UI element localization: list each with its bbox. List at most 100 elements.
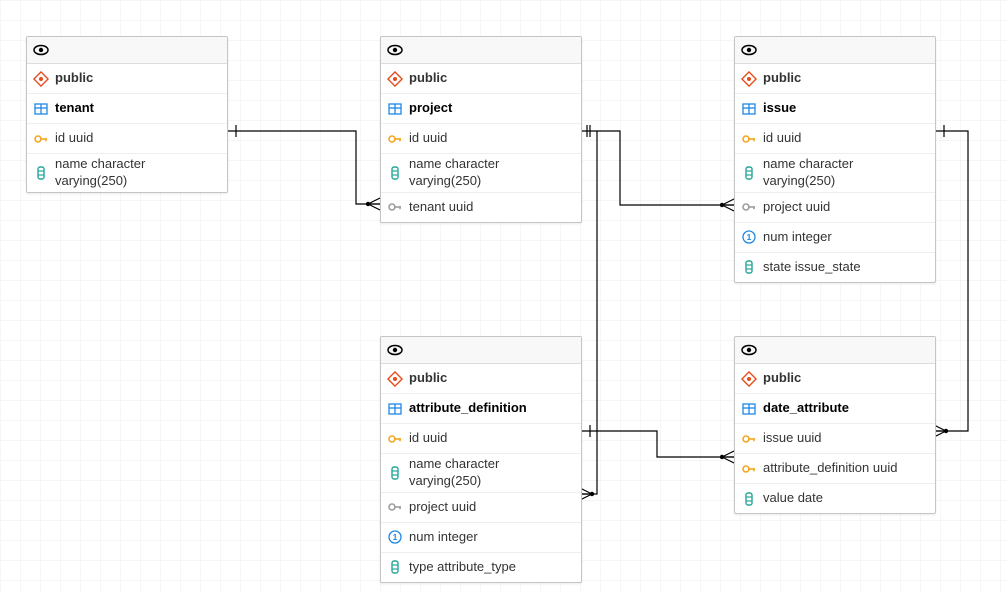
table-icon bbox=[33, 101, 49, 117]
column-icon bbox=[741, 491, 757, 507]
column-label: id uuid bbox=[55, 130, 220, 147]
column-label: project uuid bbox=[763, 199, 928, 216]
entity-header[interactable] bbox=[735, 37, 935, 64]
eye-icon bbox=[741, 342, 757, 358]
column-icon bbox=[33, 165, 49, 181]
schema-icon bbox=[33, 71, 49, 87]
column-label: name character varying(250) bbox=[409, 456, 574, 490]
column-row[interactable]: id uuid bbox=[381, 424, 581, 454]
schema-row: public bbox=[381, 364, 581, 394]
column-label: num integer bbox=[763, 229, 928, 246]
schema-label: public bbox=[763, 370, 928, 387]
primary-key-icon bbox=[741, 131, 757, 147]
column-row[interactable]: attribute_definition uuid bbox=[735, 454, 935, 484]
column-row[interactable]: name character varying(250) bbox=[27, 154, 227, 192]
primary-key-icon bbox=[33, 131, 49, 147]
entity-tenant[interactable]: public tenant id uuid name character varyin… bbox=[26, 36, 228, 193]
column-icon bbox=[741, 259, 757, 275]
schema-icon bbox=[387, 371, 403, 387]
column-label: name character varying(250) bbox=[409, 156, 574, 190]
schema-row: public bbox=[381, 64, 581, 94]
entity-header[interactable] bbox=[735, 337, 935, 364]
schema-label: public bbox=[55, 70, 220, 87]
column-row[interactable]: id uuid bbox=[735, 124, 935, 154]
column-label: id uuid bbox=[409, 130, 574, 147]
foreign-key-icon bbox=[741, 199, 757, 215]
table-icon bbox=[387, 401, 403, 417]
entity-date_attribute[interactable]: public date_attributeissue uuid attribute_… bbox=[734, 336, 936, 514]
eye-icon bbox=[387, 342, 403, 358]
column-label: value date bbox=[763, 490, 928, 507]
entity-attribute_definition[interactable]: public attribute_definitionid uuid name ch… bbox=[380, 336, 582, 583]
primary-key-icon bbox=[387, 431, 403, 447]
column-row[interactable]: id uuid bbox=[381, 124, 581, 154]
column-row[interactable]: project uuid bbox=[735, 193, 935, 223]
schema-row: public bbox=[735, 364, 935, 394]
schema-icon bbox=[387, 71, 403, 87]
column-row[interactable]: project uuid bbox=[381, 493, 581, 523]
primary-key-icon bbox=[741, 461, 757, 477]
column-label: project uuid bbox=[409, 499, 574, 516]
column-row[interactable]: value date bbox=[735, 484, 935, 513]
table-icon bbox=[741, 101, 757, 117]
table-name-row: project bbox=[381, 94, 581, 124]
table-name-row: date_attribute bbox=[735, 394, 935, 424]
table-icon bbox=[387, 101, 403, 117]
column-row[interactable]: name character varying(250) bbox=[381, 154, 581, 193]
column-row[interactable]: issue uuid bbox=[735, 424, 935, 454]
table-name-label: issue bbox=[763, 100, 928, 117]
entity-project[interactable]: public project id uuid name character varyi… bbox=[380, 36, 582, 223]
eye-icon bbox=[33, 42, 49, 58]
schema-row: public bbox=[735, 64, 935, 94]
foreign-key-icon bbox=[387, 499, 403, 515]
table-name-label: attribute_definition bbox=[409, 400, 574, 417]
entity-header[interactable] bbox=[381, 337, 581, 364]
number-icon bbox=[387, 529, 403, 545]
entity-issue[interactable]: public issue id uuid name character varying… bbox=[734, 36, 936, 283]
column-row[interactable]: num integer bbox=[735, 223, 935, 253]
column-label: name character varying(250) bbox=[763, 156, 928, 190]
table-icon bbox=[741, 401, 757, 417]
column-row[interactable]: name character varying(250) bbox=[381, 454, 581, 493]
entity-header[interactable] bbox=[381, 37, 581, 64]
column-row[interactable]: tenant uuid bbox=[381, 193, 581, 222]
column-label: tenant uuid bbox=[409, 199, 574, 216]
column-label: state issue_state bbox=[763, 259, 928, 276]
table-name-label: project bbox=[409, 100, 574, 117]
schema-label: public bbox=[409, 70, 574, 87]
column-label: id uuid bbox=[409, 430, 574, 447]
table-name-label: tenant bbox=[55, 100, 220, 117]
column-row[interactable]: state issue_state bbox=[735, 253, 935, 282]
column-icon bbox=[741, 165, 757, 181]
column-label: type attribute_type bbox=[409, 559, 574, 576]
column-icon bbox=[387, 465, 403, 481]
number-icon bbox=[741, 229, 757, 245]
table-name-label: date_attribute bbox=[763, 400, 928, 417]
column-label: num integer bbox=[409, 529, 574, 546]
eye-icon bbox=[387, 42, 403, 58]
schema-label: public bbox=[763, 70, 928, 87]
table-name-row: issue bbox=[735, 94, 935, 124]
column-row[interactable]: id uuid bbox=[27, 124, 227, 154]
primary-key-icon bbox=[741, 431, 757, 447]
eye-icon bbox=[741, 42, 757, 58]
column-icon bbox=[387, 559, 403, 575]
column-label: id uuid bbox=[763, 130, 928, 147]
schema-row: public bbox=[27, 64, 227, 94]
entity-header[interactable] bbox=[27, 37, 227, 64]
table-name-row: attribute_definition bbox=[381, 394, 581, 424]
column-row[interactable]: type attribute_type bbox=[381, 553, 581, 582]
diagram-canvas[interactable]: public tenant id uuid name character varyin… bbox=[0, 0, 1007, 593]
schema-icon bbox=[741, 71, 757, 87]
table-name-row: tenant bbox=[27, 94, 227, 124]
column-label: attribute_definition uuid bbox=[763, 460, 928, 477]
schema-icon bbox=[741, 371, 757, 387]
column-row[interactable]: name character varying(250) bbox=[735, 154, 935, 193]
column-row[interactable]: num integer bbox=[381, 523, 581, 553]
column-label: issue uuid bbox=[763, 430, 928, 447]
column-label: name character varying(250) bbox=[55, 156, 220, 190]
schema-label: public bbox=[409, 370, 574, 387]
primary-key-icon bbox=[387, 131, 403, 147]
column-icon bbox=[387, 165, 403, 181]
foreign-key-icon bbox=[387, 199, 403, 215]
